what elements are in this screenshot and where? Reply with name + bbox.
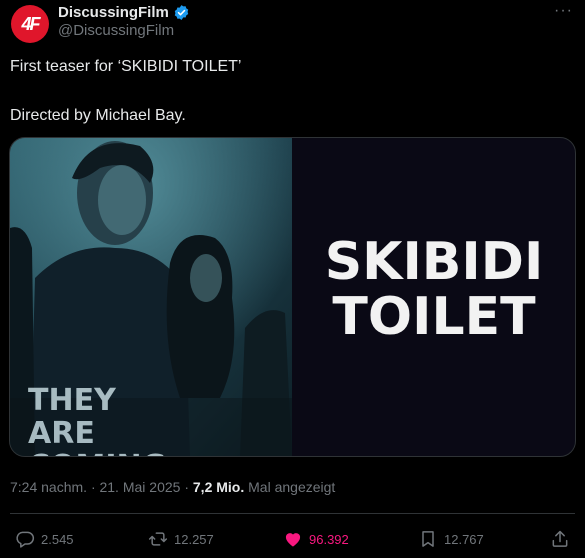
teaser-poster: THEY ARE COMING SKIBIDI TOILET	[10, 138, 575, 457]
like-button[interactable]: 96.392	[283, 526, 349, 552]
divider	[10, 513, 575, 514]
view-count: 7,2 Mio.	[192, 479, 245, 495]
repost-count: 12.257	[174, 531, 214, 547]
bookmark-icon	[422, 531, 434, 547]
repost-icon	[148, 532, 168, 546]
avatar-logo: 4F	[21, 13, 40, 34]
heart-icon	[285, 533, 301, 547]
share-icon	[552, 530, 568, 547]
post-timestamp[interactable]: 7:24 nachm. · 21. Mai 2025 ·	[10, 479, 189, 495]
verified-badge-icon	[174, 4, 189, 20]
share-button[interactable]	[550, 526, 570, 552]
reply-icon	[16, 531, 35, 548]
author-handle[interactable]: @DiscussingFilm	[58, 22, 174, 39]
poster-title-line-2: TOILET	[332, 287, 536, 347]
poster-title-line-1: SKIBIDI	[325, 232, 544, 292]
author-avatar[interactable]: 4F	[11, 5, 49, 43]
reply-count: 2.545	[41, 531, 74, 547]
poster-tagline-line-1: THEY	[28, 383, 117, 418]
more-options-icon[interactable]: ···	[554, 2, 573, 20]
bookmark-count: 12.767	[444, 531, 484, 547]
post-text-line-1: First teaser for ‘SKIBIDI TOILET’	[10, 58, 242, 75]
post-text-line-2: Directed by Michael Bay.	[10, 107, 186, 124]
man-face-light	[98, 165, 146, 235]
poster-tagline-line-2: ARE	[28, 416, 95, 451]
like-count: 96.392	[309, 531, 349, 547]
woman-face-light	[190, 254, 222, 302]
poster-tagline-line-3: COMING	[28, 449, 166, 457]
bookmark-button[interactable]: 12.767	[418, 526, 484, 552]
view-count-label: Mal angezeigt	[248, 479, 336, 495]
repost-button[interactable]: 12.257	[148, 526, 214, 552]
media-image[interactable]: THEY ARE COMING SKIBIDI TOILET	[9, 137, 576, 457]
post-metadata: 7:24 nachm. · 21. Mai 2025 · 7,2 Mio. Ma…	[10, 479, 335, 495]
author-name-row: DiscussingFilm	[58, 2, 190, 22]
action-bar: 2.545 12.257 96.392 12.767	[0, 526, 585, 552]
reply-button[interactable]: 2.545	[15, 526, 74, 552]
author-display-name[interactable]: DiscussingFilm	[58, 4, 169, 21]
